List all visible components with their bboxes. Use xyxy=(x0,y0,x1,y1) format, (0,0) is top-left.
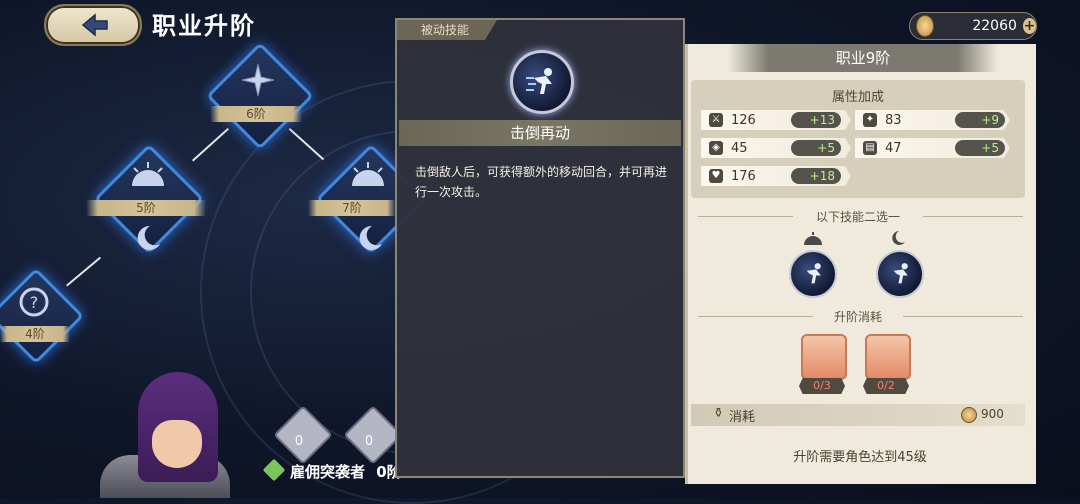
shield-icon: ◈ xyxy=(709,141,723,155)
node-label-4: 4阶 xyxy=(0,326,70,342)
skill-choice-sun[interactable] xyxy=(789,250,837,298)
stat-row: ⚔ 126 +13 xyxy=(701,110,851,130)
moon-icon xyxy=(137,225,160,250)
stat-bonus: +5 xyxy=(955,140,1005,156)
page-title: 职业升阶 xyxy=(152,12,256,40)
compass-star-icon xyxy=(241,63,275,97)
back-button[interactable] xyxy=(44,4,142,46)
stat-value: 47 xyxy=(885,140,902,156)
node-link xyxy=(192,127,230,162)
coin-icon xyxy=(961,407,977,423)
stat-bonus: +9 xyxy=(955,112,1005,128)
character-portrait-face xyxy=(152,420,202,468)
sun-icon xyxy=(352,162,384,186)
node-label-7: 7阶 xyxy=(308,200,396,216)
stat-value: 83 xyxy=(885,112,902,128)
sun-token-count: 0 xyxy=(294,434,304,449)
tooltip-tab: 被动技能 xyxy=(397,20,497,40)
question-icon: ? xyxy=(19,287,49,317)
sun-icon xyxy=(132,162,164,186)
stat-row: ✦ 83 +9 xyxy=(855,110,1010,130)
stat-row: ▤ 47 +5 xyxy=(855,138,1010,158)
stat-bonus: +18 xyxy=(791,168,841,184)
wand-icon: ✦ xyxy=(863,113,877,127)
class-icon xyxy=(262,458,286,482)
material-item-2[interactable] xyxy=(865,334,911,380)
node-label-6: 6阶 xyxy=(210,106,302,122)
add-currency-button[interactable]: + xyxy=(1022,18,1036,34)
stat-value: 45 xyxy=(731,140,748,156)
moon-icon xyxy=(892,231,905,245)
book-icon: ▤ xyxy=(863,141,877,155)
stat-bonus: +5 xyxy=(791,140,841,156)
stat-row: ◈ 45 +5 xyxy=(701,138,851,158)
money-bag-icon: ⚱ xyxy=(713,406,724,421)
coin-icon xyxy=(916,15,935,37)
running-skill-icon xyxy=(806,263,821,284)
currency-display: 22060 + xyxy=(909,12,1037,40)
svg-text:?: ? xyxy=(30,293,39,312)
gold-cost-bar: ⚱ 消耗 900 xyxy=(691,404,1025,426)
heart-icon: ♥ xyxy=(709,169,723,183)
node-link xyxy=(66,256,101,287)
requirement-text: 升阶需要角色达到45级 xyxy=(793,450,927,465)
back-arrow-icon xyxy=(81,13,108,37)
running-skill-icon xyxy=(510,50,574,114)
gold-cost-label: 消耗 xyxy=(729,410,756,425)
stat-bonus: +13 xyxy=(791,112,841,128)
sun-icon xyxy=(804,232,822,245)
skill-name: 击倒再动 xyxy=(399,120,681,146)
advancement-panel: 职业9阶 属性加成 ⚔ 126 +13 ✦ 83 +9 ◈ 45 +5 ▤ 47… xyxy=(685,44,1036,484)
attribute-heading: 属性加成 xyxy=(831,90,884,105)
character-class-name: 雇佣突袭者 xyxy=(290,463,366,481)
material-count-2: 0/2 xyxy=(863,378,909,394)
node-label-5: 5阶 xyxy=(86,200,206,216)
panel-title: 职业9阶 xyxy=(728,44,998,72)
stat-value: 126 xyxy=(731,112,756,128)
attribute-bonus-box: 属性加成 ⚔ 126 +13 ✦ 83 +9 ◈ 45 +5 ▤ 47 +5 ♥… xyxy=(691,80,1025,198)
stat-value: 176 xyxy=(731,168,756,184)
divider xyxy=(903,316,1023,317)
character-name: 雇佣突袭者 0阶 xyxy=(290,461,402,482)
material-item-1[interactable] xyxy=(801,334,847,380)
moon-icon xyxy=(359,225,382,250)
moon-token-count: 0 xyxy=(364,434,374,449)
divider xyxy=(923,216,1023,217)
sword-icon: ⚔ xyxy=(709,113,723,127)
stat-row: ♥ 176 +18 xyxy=(701,166,851,186)
gold-cost-amount: 900 xyxy=(981,407,1004,421)
skill-description: 击倒敌人后，可获得额外的移动回合，并可再进行一次攻击。 xyxy=(415,165,668,199)
skill-choice-moon[interactable] xyxy=(876,250,924,298)
material-count-1: 0/3 xyxy=(799,378,845,394)
running-skill-icon xyxy=(893,263,908,284)
currency-amount: 22060 xyxy=(972,18,1017,34)
skill-tooltip-popup: 被动技能 击倒再动 击倒敌人后，可获得额外的移动回合，并可再进行一次攻击。 xyxy=(395,18,685,478)
